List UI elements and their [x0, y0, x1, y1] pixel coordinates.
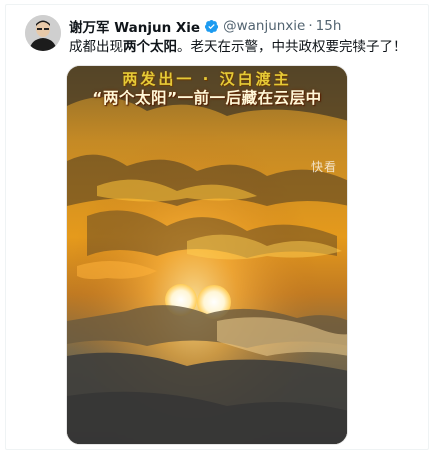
video-watermark: 快看	[310, 160, 337, 174]
avatar[interactable]	[25, 15, 61, 51]
avatar-image	[25, 15, 61, 51]
tweet-header: 谢万军 Wanjun Xie @wanjunxie · 15h	[69, 16, 342, 36]
tweet-text-part2: 。老天在示警，中共政权要完犊子了！	[177, 39, 407, 55]
display-name[interactable]: 谢万军 Wanjun Xie	[69, 16, 200, 36]
separator-dot: ·	[308, 18, 313, 34]
sky-two-suns-image	[67, 66, 347, 444]
video-caption-main: “两个太阳”一前一后藏在云层中	[92, 89, 322, 107]
timestamp[interactable]: 15h	[316, 18, 342, 34]
tweet-text: 成都出现两个太阳。老天在示警，中共政权要完犊子了！	[69, 38, 407, 56]
tweet-media-image[interactable]: 两发出一 · 汉白渡主 “两个太阳”一前一后藏在云层中 快看	[66, 65, 348, 445]
tweet-card[interactable]: 谢万军 Wanjun Xie @wanjunxie · 15h 成都出现两个太阳…	[5, 4, 429, 450]
verified-badge-icon	[204, 19, 219, 34]
handle[interactable]: @wanjunxie	[223, 18, 305, 34]
tweet-text-bold: 两个太阳	[123, 39, 177, 55]
tweet-text-part1: 成都出现	[69, 39, 123, 55]
